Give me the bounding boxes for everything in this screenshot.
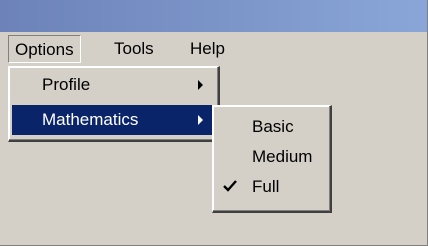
- menu-help[interactable]: Help: [184, 35, 231, 63]
- menu-item-mathematics[interactable]: Mathematics: [12, 105, 215, 135]
- menu-item-basic-label: Basic: [252, 117, 294, 136]
- menu-item-basic[interactable]: Basic: [216, 112, 327, 142]
- menu-item-full-label: Full: [252, 177, 280, 196]
- menu-item-medium[interactable]: Medium: [216, 142, 327, 172]
- submenu-arrow-icon: [198, 80, 203, 90]
- menu-item-profile-label: Profile: [42, 75, 91, 94]
- application-window: Options Tools Help Profile Mathematics B…: [0, 0, 428, 246]
- menu-item-medium-label: Medium: [252, 147, 313, 166]
- submenu-arrow-icon: [198, 115, 203, 125]
- mathematics-submenu: Basic Medium Full: [212, 105, 332, 213]
- checkmark-icon: [223, 180, 237, 192]
- menu-tools[interactable]: Tools: [108, 35, 160, 63]
- menu-item-full[interactable]: Full: [216, 172, 327, 202]
- options-dropdown-menu: Profile Mathematics: [8, 66, 220, 142]
- menu-options[interactable]: Options: [8, 35, 81, 63]
- menu-bar: Options Tools Help: [0, 32, 427, 66]
- title-bar[interactable]: [0, 0, 427, 32]
- menu-item-mathematics-label: Mathematics: [42, 110, 139, 129]
- menu-item-profile[interactable]: Profile: [12, 70, 215, 100]
